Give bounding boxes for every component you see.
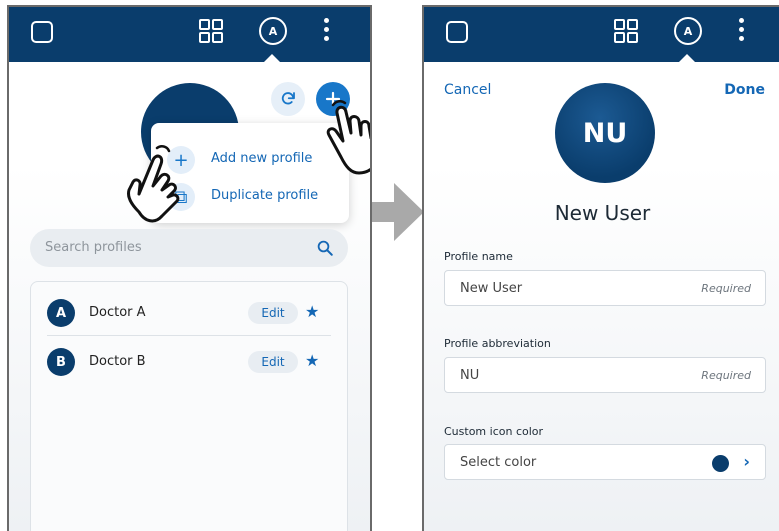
profile-row[interactable]: A Doctor A Edit ★ — [31, 290, 349, 338]
top-bar: A — [9, 7, 370, 62]
color-swatch — [712, 455, 729, 472]
top-bar: A — [424, 7, 779, 62]
search-icon[interactable] — [316, 239, 334, 257]
profile-initial-badge: A — [47, 299, 75, 327]
menu-item-label: Duplicate profile — [211, 188, 319, 203]
custom-icon-color-label: Custom icon color — [444, 425, 544, 438]
profile-name-value: New User — [460, 281, 523, 296]
refresh-button[interactable] — [271, 82, 305, 116]
edit-button[interactable]: Edit — [248, 302, 298, 324]
active-indicator-caret — [679, 54, 695, 62]
new-profile-screen: A Cancel Done NU New User Profile name N… — [422, 5, 779, 531]
divider — [47, 335, 331, 336]
tap-hand-icon — [127, 145, 180, 223]
square-icon[interactable] — [31, 21, 53, 43]
done-button[interactable]: Done — [724, 82, 765, 98]
star-icon[interactable]: ★ — [305, 302, 319, 321]
profile-row[interactable]: B Doctor B Edit ★ — [31, 339, 349, 387]
required-hint: Required — [701, 369, 751, 382]
chevron-right-icon: › — [743, 452, 750, 471]
required-hint: Required — [701, 282, 751, 295]
profile-name: Doctor B — [89, 354, 146, 369]
kebab-menu-icon[interactable] — [739, 18, 745, 46]
profile-name-label: Profile name — [444, 250, 513, 263]
refresh-icon — [281, 92, 295, 105]
search-placeholder: Search profiles — [45, 240, 142, 255]
user-avatar-icon[interactable]: A — [259, 17, 287, 45]
profile-name: Doctor A — [89, 305, 146, 320]
active-indicator-caret — [264, 54, 280, 62]
select-color-field[interactable]: Select color › — [444, 444, 766, 480]
grid-icon[interactable] — [199, 19, 223, 43]
profile-list: A Doctor A Edit ★ B Doctor B Edit ★ — [30, 281, 348, 531]
star-icon[interactable]: ★ — [305, 351, 319, 370]
profile-title: New User — [554, 201, 651, 225]
profile-avatar[interactable]: NU — [555, 83, 655, 183]
profile-name-field[interactable]: New User Required — [444, 270, 766, 306]
profile-abbreviation-field[interactable]: NU Required — [444, 357, 766, 393]
select-color-value: Select color — [460, 455, 537, 470]
transition-arrow-icon — [372, 183, 424, 241]
profile-initial-badge: B — [47, 348, 75, 376]
profiles-screen: A + Add new profile ⧉ Duplicate profile … — [7, 5, 372, 531]
cancel-button[interactable]: Cancel — [444, 82, 491, 98]
menu-item-label: Add new profile — [211, 151, 313, 166]
profile-abbreviation-label: Profile abbreviation — [444, 337, 551, 350]
profile-abbreviation-value: NU — [460, 368, 480, 383]
square-icon[interactable] — [446, 21, 468, 43]
user-avatar-icon[interactable]: A — [674, 17, 702, 45]
edit-button[interactable]: Edit — [248, 351, 298, 373]
kebab-menu-icon[interactable] — [324, 18, 330, 46]
grid-icon[interactable] — [614, 19, 638, 43]
tap-hand-icon — [326, 100, 370, 175]
